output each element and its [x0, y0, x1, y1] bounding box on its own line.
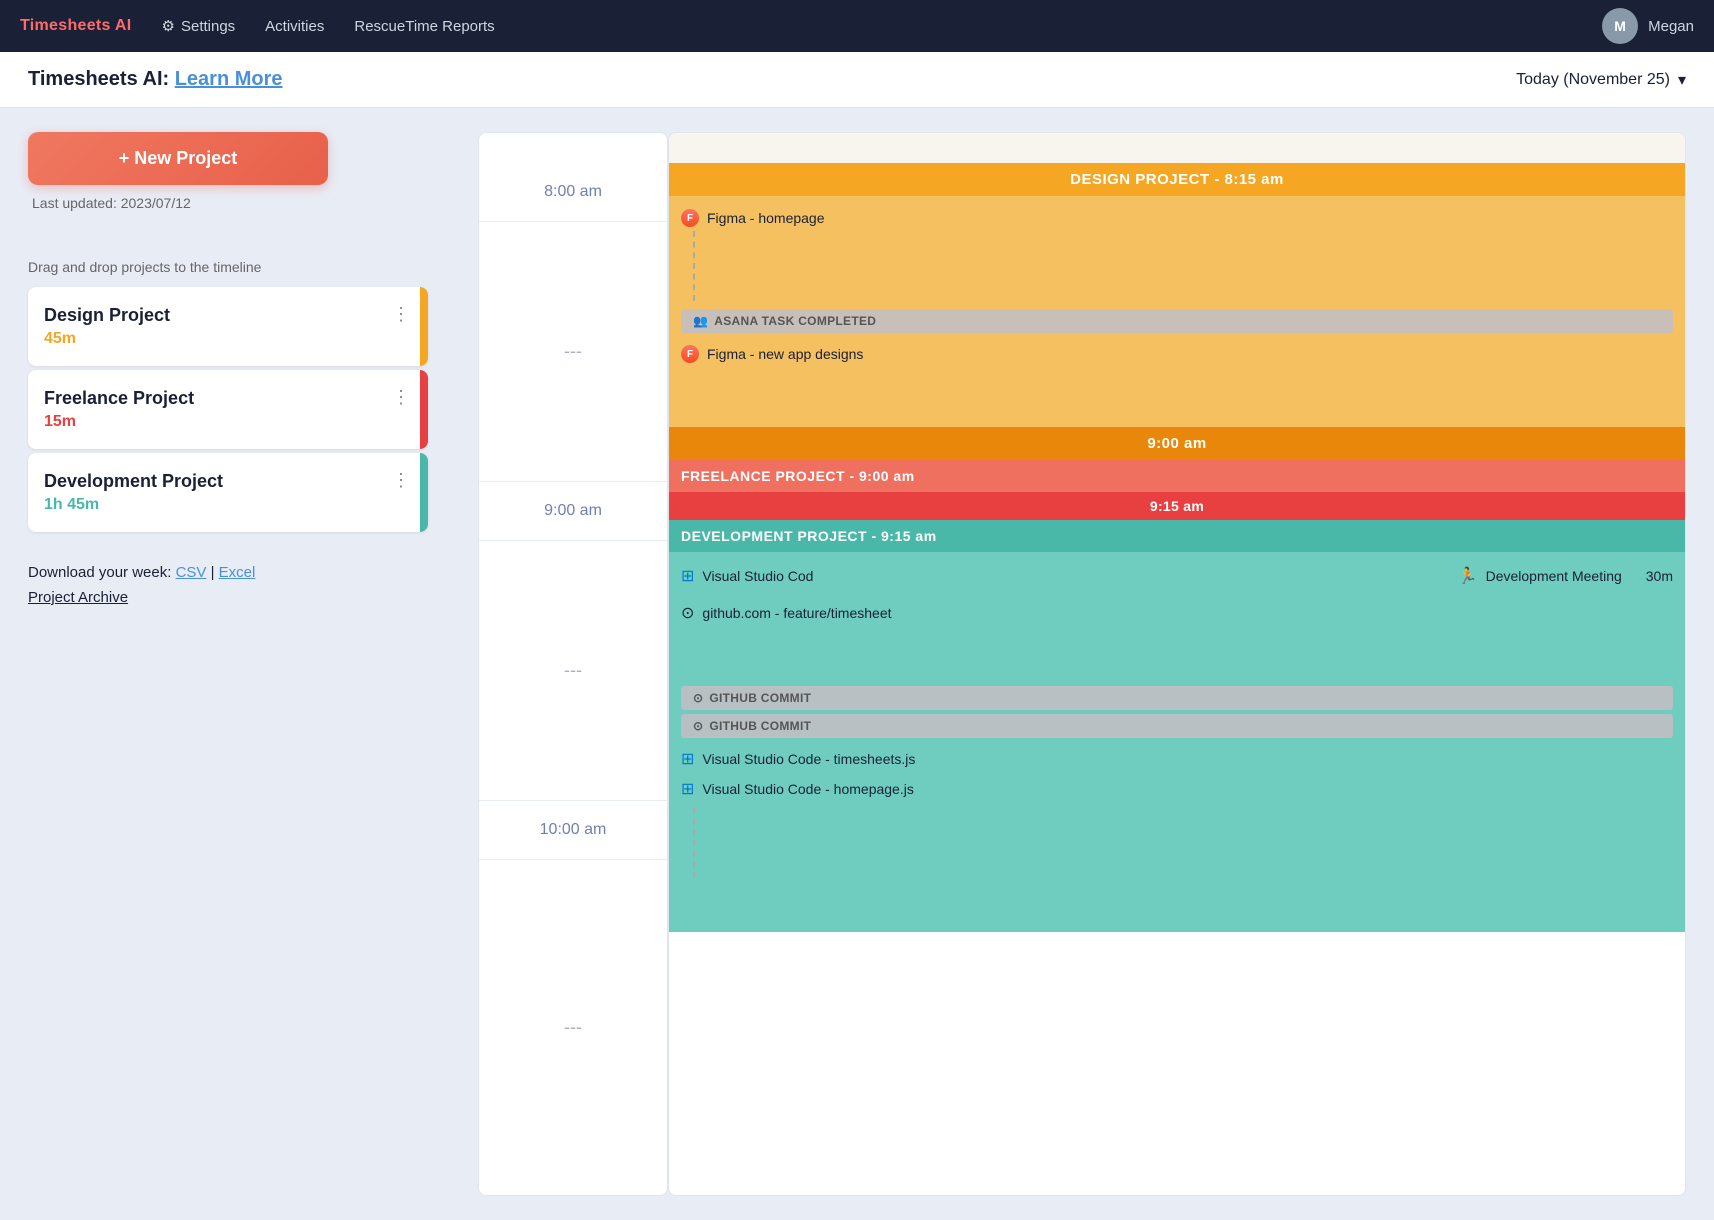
figma-icon-2: F: [681, 345, 699, 363]
github-commits-section: ⊙ GITHUB COMMIT ⊙ GITHUB COMMIT: [681, 686, 1673, 738]
time-gap-1: ---: [479, 222, 667, 482]
freelance-block-header: FREELANCE PROJECT - 9:00 am: [669, 460, 1685, 492]
project-menu-dev[interactable]: ⋮: [392, 471, 410, 489]
vscode-row-1: ⊞ Visual Studio Cod: [681, 563, 813, 589]
project-time-dev: 1h 45m: [44, 496, 412, 514]
dev-top-row: ⊞ Visual Studio Cod 🏃 Development Meetin…: [681, 562, 1673, 590]
csv-link[interactable]: CSV: [176, 564, 207, 581]
freelance-block-inner: 9:15 am: [669, 492, 1685, 520]
calendar-column: DESIGN PROJECT - 8:15 am F Figma - homep…: [668, 132, 1686, 1196]
last-updated-label: Last updated: 2023/07/12: [32, 195, 448, 211]
figma-icon-1: F: [681, 209, 699, 227]
vscode-row-3: ⊞ Visual Studio Code - homepage.js: [681, 776, 1673, 802]
dev-meeting-row: 🏃 Development Meeting 30m: [1458, 562, 1673, 590]
vscode-row-2: ⊞ Visual Studio Code - timesheets.js: [681, 746, 1673, 772]
dev-block-header: DEVELOPMENT PROJECT - 9:15 am: [669, 520, 1685, 552]
nav-user: M Megan: [1602, 8, 1694, 44]
sub-header: Timesheets AI: Learn More Today (Novembe…: [0, 52, 1714, 108]
time-label-10am: 10:00 am: [479, 801, 667, 860]
design-project-block: DESIGN PROJECT - 8:15 am F Figma - homep…: [669, 163, 1685, 427]
gear-icon: ⚙: [162, 17, 175, 35]
project-name-dev: Development Project: [44, 471, 412, 492]
github-icon-1: ⊙: [681, 603, 694, 623]
new-project-button[interactable]: + New Project: [28, 132, 328, 185]
top-nav: Timesheets AI ⚙ Settings Activities Resc…: [0, 0, 1714, 52]
figma-row-2: F Figma - new app designs: [681, 341, 1673, 367]
time-gap-2: ---: [479, 541, 667, 801]
github-commit-icon-2: ⊙: [693, 719, 703, 733]
design-color-bar: [420, 287, 428, 366]
time-label-9am: 9:00 am: [479, 482, 667, 541]
nav-settings[interactable]: ⚙ Settings: [162, 17, 236, 35]
dashed-divider-2: [681, 808, 1673, 878]
nav-rescuetime[interactable]: RescueTime Reports: [354, 18, 494, 35]
dev-color-bar: [420, 453, 428, 532]
meeting-icon: 🏃: [1458, 566, 1478, 586]
nav-logo[interactable]: Timesheets AI: [20, 17, 132, 35]
project-name-design: Design Project: [44, 305, 412, 326]
page-title: Timesheets AI: Learn More: [28, 68, 283, 91]
chevron-down-icon: ▾: [1678, 70, 1686, 90]
freelance-project-block: FREELANCE PROJECT - 9:00 am 9:15 am: [669, 460, 1685, 520]
dashed-line-2: [693, 808, 695, 878]
github-commit-bar-1: ⊙ GITHUB COMMIT: [681, 686, 1673, 710]
vscode-icon-1: ⊞: [681, 566, 694, 586]
time-gap-3: ---: [479, 860, 667, 1195]
learn-more-link[interactable]: Learn More: [175, 68, 283, 90]
project-card-dev: Development Project 1h 45m ⋮: [28, 453, 428, 532]
project-card-design: Design Project 45m ⋮: [28, 287, 428, 366]
avatar: M: [1602, 8, 1638, 44]
figma-row-1: F Figma - homepage: [681, 205, 1673, 231]
drag-hint-label: Drag and drop projects to the timeline: [28, 259, 448, 275]
project-time-freelance: 15m: [44, 413, 412, 431]
asana-icon: 👥: [693, 314, 708, 328]
project-time-design: 45m: [44, 330, 412, 348]
main-content: + New Project Last updated: 2023/07/12 D…: [0, 108, 1714, 1220]
github-commit-icon-1: ⊙: [693, 691, 703, 705]
left-panel: + New Project Last updated: 2023/07/12 D…: [28, 132, 448, 1196]
time-label-8am: 8:00 am: [479, 163, 667, 222]
project-card-freelance: Freelance Project 15m ⋮: [28, 370, 428, 449]
nine-am-bar: 9:00 am: [669, 427, 1685, 460]
excel-link[interactable]: Excel: [219, 564, 256, 581]
project-archive-link[interactable]: Project Archive: [28, 589, 448, 606]
dashed-line-1: [693, 231, 695, 301]
nine15-bar: 9:15 am: [669, 492, 1685, 520]
design-block-inner: F Figma - homepage 👥 ASANA TASK COMPLETE…: [669, 197, 1685, 427]
vscode-icon-3: ⊞: [681, 779, 694, 799]
nav-activities[interactable]: Activities: [265, 18, 324, 35]
today-selector[interactable]: Today (November 25) ▾: [1516, 70, 1686, 90]
project-name-freelance: Freelance Project: [44, 388, 412, 409]
github-commit-bar-2: ⊙ GITHUB COMMIT: [681, 714, 1673, 738]
freelance-color-bar: [420, 370, 428, 449]
asana-bar: 👥 ASANA TASK COMPLETED: [681, 309, 1673, 333]
cal-top-strip: [669, 133, 1685, 163]
timeline-column: 8:00 am --- 9:00 am --- 10:00 am ---: [478, 132, 668, 1196]
download-section: Download your week: CSV | Excel: [28, 564, 448, 581]
dev-block-inner: ⊞ Visual Studio Cod 🏃 Development Meetin…: [669, 552, 1685, 932]
github-row: ⊙ github.com - feature/timesheet: [681, 600, 1673, 626]
project-menu-freelance[interactable]: ⋮: [392, 388, 410, 406]
project-menu-design[interactable]: ⋮: [392, 305, 410, 323]
vscode-icon-2: ⊞: [681, 749, 694, 769]
dashed-divider-1: [681, 231, 1673, 301]
design-block-header: DESIGN PROJECT - 8:15 am: [669, 163, 1685, 197]
